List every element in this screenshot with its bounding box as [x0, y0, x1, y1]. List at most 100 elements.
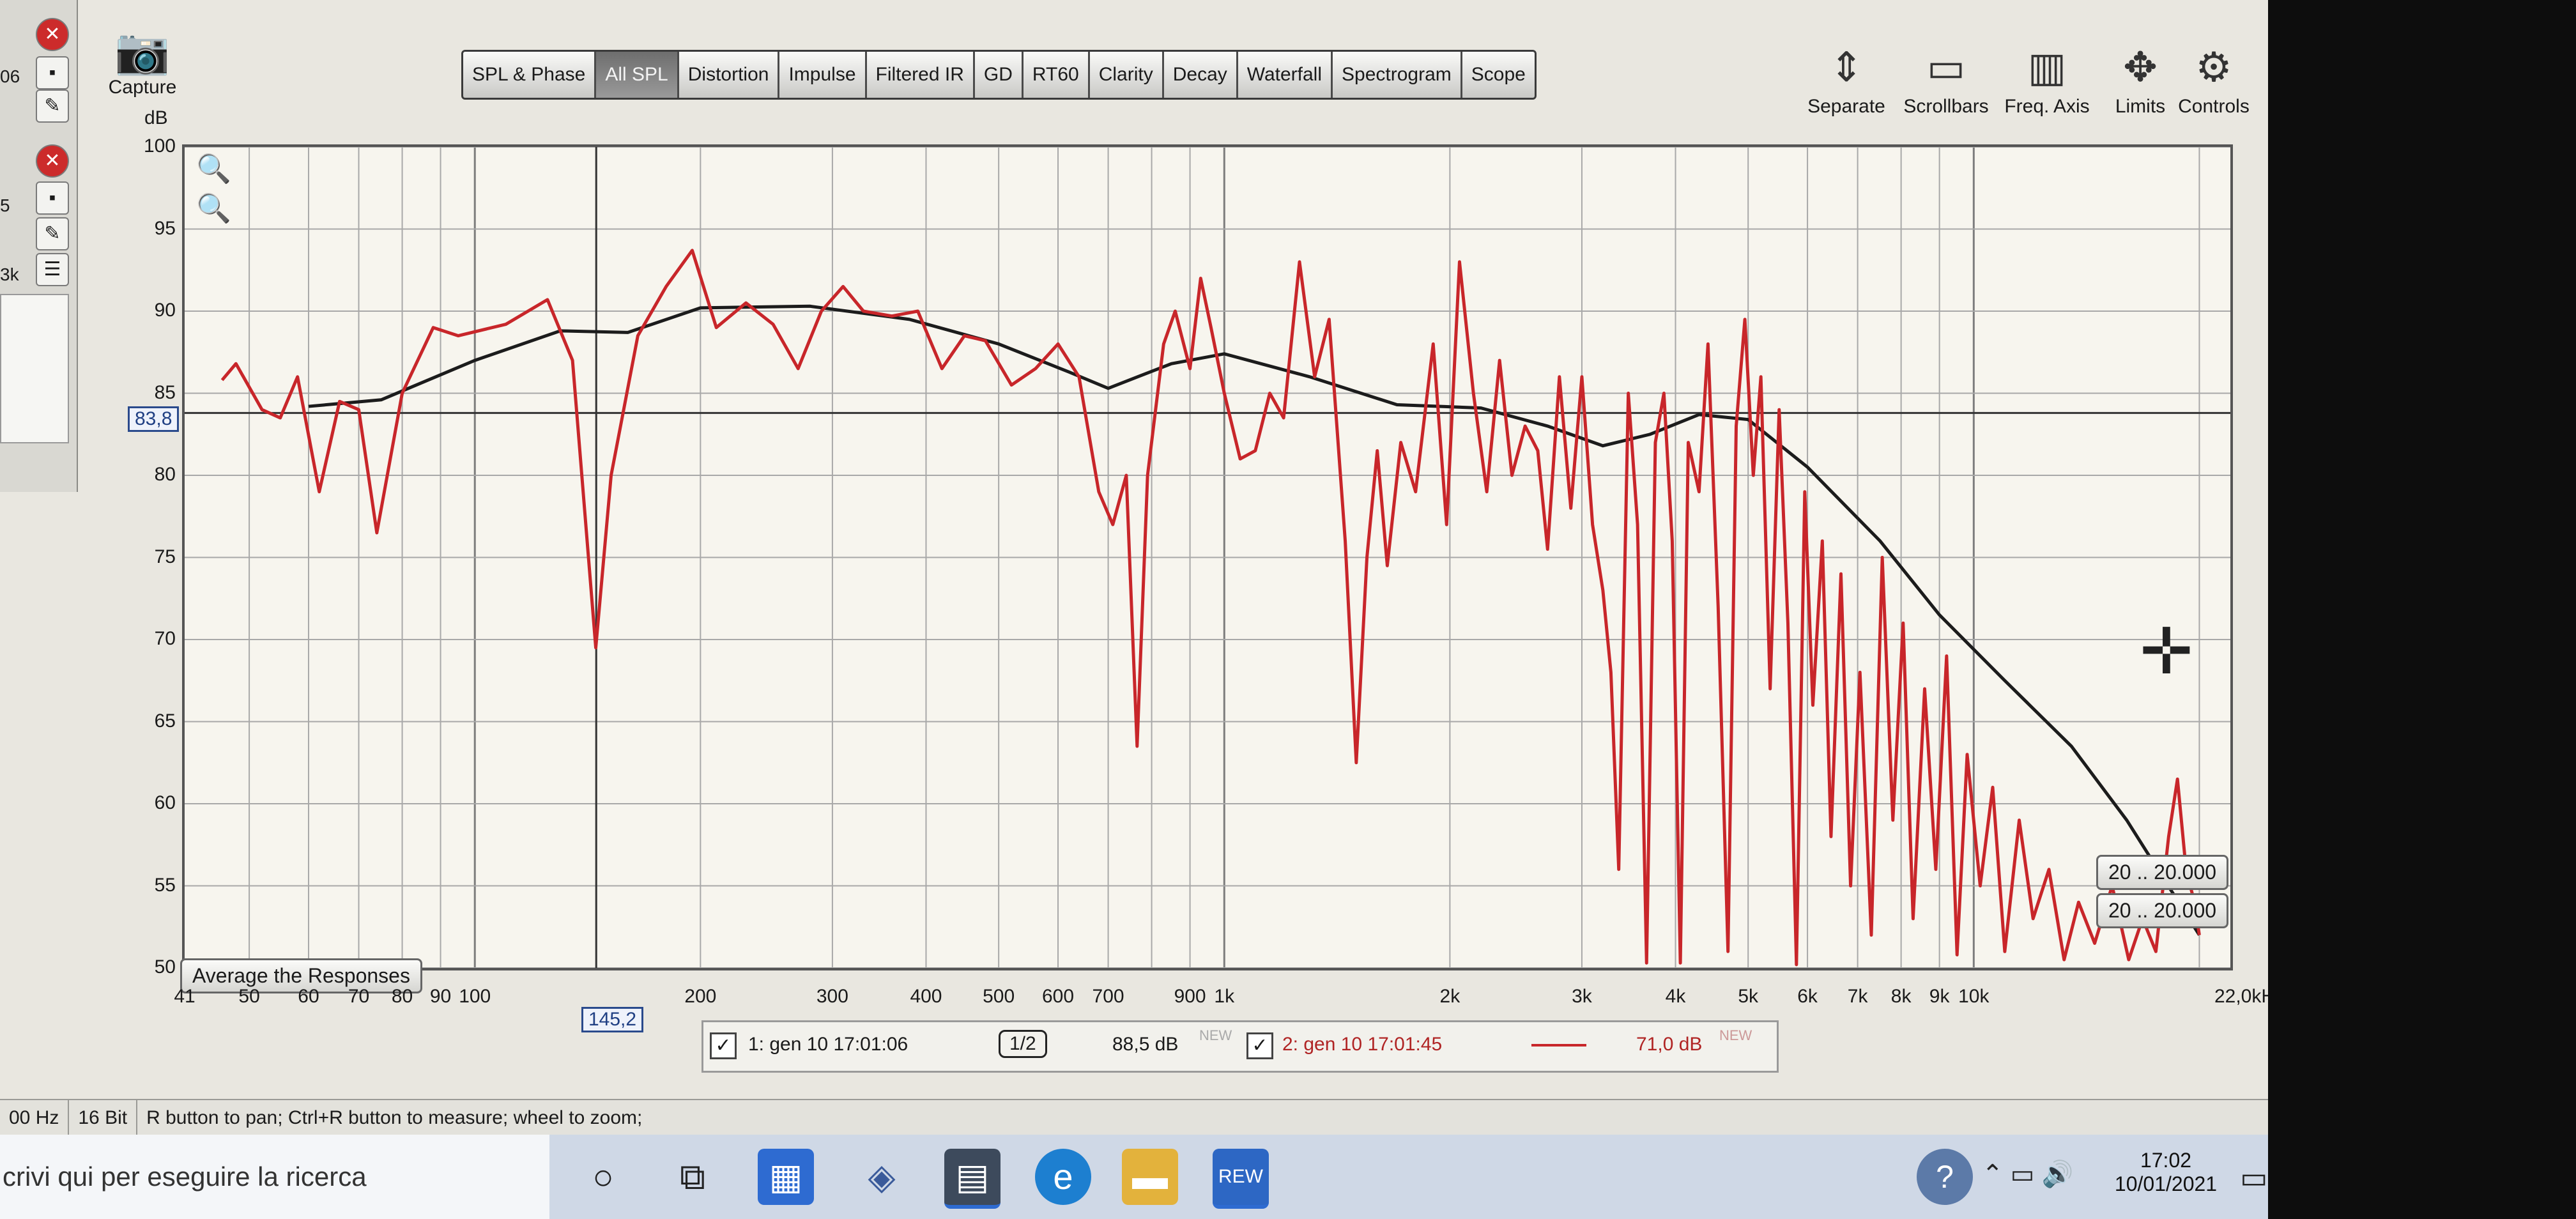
range-button-2[interactable]: 20 .. 20.000 — [2096, 893, 2229, 928]
tab-waterfall[interactable]: Waterfall — [1238, 52, 1333, 98]
x-tick-label: 7k — [1847, 986, 1868, 1007]
controls-button[interactable]: ⚙ Controls — [2172, 38, 2255, 118]
pen-icon-2[interactable]: ✎ — [36, 217, 69, 250]
x-tick-label: 5k — [1738, 986, 1759, 1007]
y-tick-label: 60 — [154, 792, 176, 813]
tab-distortion[interactable]: Distortion — [678, 52, 780, 98]
x-tick-label: 4k — [1665, 986, 1686, 1007]
freq-axis-button[interactable]: ▥ Freq. Axis — [1996, 38, 2098, 118]
camera-icon: 📷 — [114, 26, 171, 76]
x-tick-label: 9k — [1929, 986, 1950, 1007]
panel-fragment-2: 5 — [0, 195, 10, 215]
separate-button[interactable]: ⇕ Separate — [1795, 38, 1897, 118]
tab-clarity[interactable]: Clarity — [1089, 52, 1164, 98]
calculator-icon[interactable]: ▤ — [944, 1149, 1000, 1209]
spl-graph-svg — [185, 147, 2230, 968]
m2-label: 2: gen 10 17:01:45 — [1282, 1034, 1443, 1055]
x-tick-label: 90 — [429, 986, 452, 1007]
x-tick-label: 100 — [459, 986, 491, 1007]
y-tick-label: 50 — [154, 956, 176, 977]
file-explorer-icon[interactable]: ▬ — [1122, 1149, 1178, 1205]
x-tick-label: 80 — [391, 986, 413, 1007]
gear-icon: ⚙ — [2195, 44, 2232, 90]
x-tick-label: 2k — [1439, 986, 1460, 1007]
status-bit-depth: 16 Bit — [69, 1100, 138, 1136]
view-tabs: SPL & Phase All SPL Distortion Impulse F… — [461, 50, 1537, 100]
x-tick-label: 200 — [684, 986, 717, 1007]
m1-new-tag: NEW — [1199, 1027, 1232, 1043]
tab-scope[interactable]: Scope — [1462, 52, 1535, 98]
windows-taskbar: crivi qui per eseguire la ricerca ○ ⧉ ▦ … — [0, 1135, 2313, 1219]
close-icon-2[interactable]: ✕ — [36, 144, 69, 178]
y-tick-label: 95 — [154, 217, 176, 239]
m1-label: 1: gen 10 17:01:06 — [748, 1034, 908, 1055]
tab-spl-phase[interactable]: SPL & Phase — [463, 52, 597, 98]
scrollbars-button[interactable]: ▭ Scrollbars — [1895, 38, 1997, 118]
panel-fragment-1: 06 — [0, 66, 20, 86]
tab-impulse[interactable]: Impulse — [779, 52, 867, 98]
x-tick-label: 3k — [1572, 986, 1592, 1007]
spl-graph[interactable]: 🔍 🔍 ✛ 20 .. 20.000 20 .. 20.000 — [182, 144, 2233, 970]
clock-time: 17:02 — [2140, 1149, 2192, 1172]
tab-filtered-ir[interactable]: Filtered IR — [866, 52, 975, 98]
m2-new-tag: NEW — [1719, 1027, 1752, 1043]
scrollbars-label: Scrollbars — [1903, 96, 1989, 117]
clock[interactable]: 17:02 10/01/2021 — [2108, 1149, 2223, 1196]
capture-label: Capture — [108, 77, 177, 98]
store-icon[interactable]: ▦ — [758, 1149, 814, 1205]
status-hint: R button to pan; Ctrl+R button to measur… — [146, 1107, 643, 1128]
notes-box[interactable] — [0, 294, 69, 443]
range-button-1[interactable]: 20 .. 20.000 — [2096, 855, 2229, 890]
search-box[interactable]: crivi qui per eseguire la ricerca — [0, 1135, 549, 1219]
cursor-db-readout: 83,8 — [128, 406, 180, 432]
tray-icons[interactable]: ⌃ ▭ 🔊 — [1982, 1159, 2073, 1189]
x-tick-label: 6k — [1797, 986, 1818, 1007]
x-tick-label: 50 — [238, 986, 260, 1007]
y-tick-label: 75 — [154, 546, 176, 567]
tab-all-spl[interactable]: All SPL — [596, 52, 679, 98]
y-tick-label: 85 — [154, 381, 176, 403]
clock-date: 10/01/2021 — [2114, 1172, 2218, 1195]
app-icon[interactable]: ◈ — [854, 1149, 910, 1205]
x-tick-label: 700 — [1092, 986, 1124, 1007]
m1-level: 88,5 dB — [1112, 1034, 1179, 1055]
rew-app-icon[interactable]: REW — [1213, 1149, 1269, 1209]
tab-gd[interactable]: GD — [974, 52, 1023, 98]
edge-icon[interactable]: e — [1035, 1149, 1091, 1205]
zoom-in-icon[interactable]: 🔍 — [196, 152, 231, 185]
y-tick-label: 80 — [154, 464, 176, 485]
x-tick-label: 60 — [298, 986, 319, 1007]
save-icon[interactable]: ▪ — [36, 56, 69, 89]
cortana-icon[interactable]: ○ — [575, 1149, 631, 1205]
m1-smoothing[interactable]: 1/2 — [999, 1030, 1047, 1058]
notes-icon[interactable]: ☰ — [36, 253, 69, 286]
separate-label: Separate — [1807, 96, 1885, 117]
y-tick-label: 100 — [143, 135, 176, 157]
scrollbars-icon: ▭ — [1926, 44, 1966, 90]
m2-checkbox[interactable]: ✓ — [1246, 1032, 1273, 1059]
m1-checkbox[interactable]: ✓ — [710, 1032, 737, 1059]
y-tick-label: 65 — [154, 710, 176, 732]
tab-spectrogram[interactable]: Spectrogram — [1333, 52, 1462, 98]
x-tick-label: 900 — [1174, 986, 1206, 1007]
x-tick-label: 400 — [910, 986, 942, 1007]
x-tick-label: 10k — [1958, 986, 1989, 1007]
task-view-icon[interactable]: ⧉ — [664, 1149, 721, 1205]
close-icon[interactable]: ✕ — [36, 18, 69, 51]
zoom-out-icon[interactable]: 🔍 — [196, 192, 231, 225]
y-tick-label: 55 — [154, 874, 176, 896]
save-icon-2[interactable]: ▪ — [36, 181, 69, 215]
x-tick-label: 70 — [348, 986, 370, 1007]
pen-icon[interactable]: ✎ — [36, 89, 69, 123]
tab-rt60[interactable]: RT60 — [1023, 52, 1090, 98]
notifications-icon[interactable]: ▭ — [2240, 1160, 2267, 1195]
capture-button[interactable]: 📷 Capture — [107, 26, 178, 98]
help-icon[interactable]: ? — [1917, 1149, 1973, 1205]
status-bar: 00 Hz 16 Bit R button to pan; Ctrl+R butto… — [0, 1099, 2313, 1136]
x-tick-label: 1k — [1214, 986, 1235, 1007]
freq-axis-icon: ▥ — [2027, 44, 2067, 90]
status-sample-rate: 00 Hz — [0, 1100, 70, 1136]
tab-decay[interactable]: Decay — [1163, 52, 1238, 98]
screen-bezel — [2268, 0, 2576, 1219]
separate-icon: ⇕ — [1829, 44, 1864, 90]
